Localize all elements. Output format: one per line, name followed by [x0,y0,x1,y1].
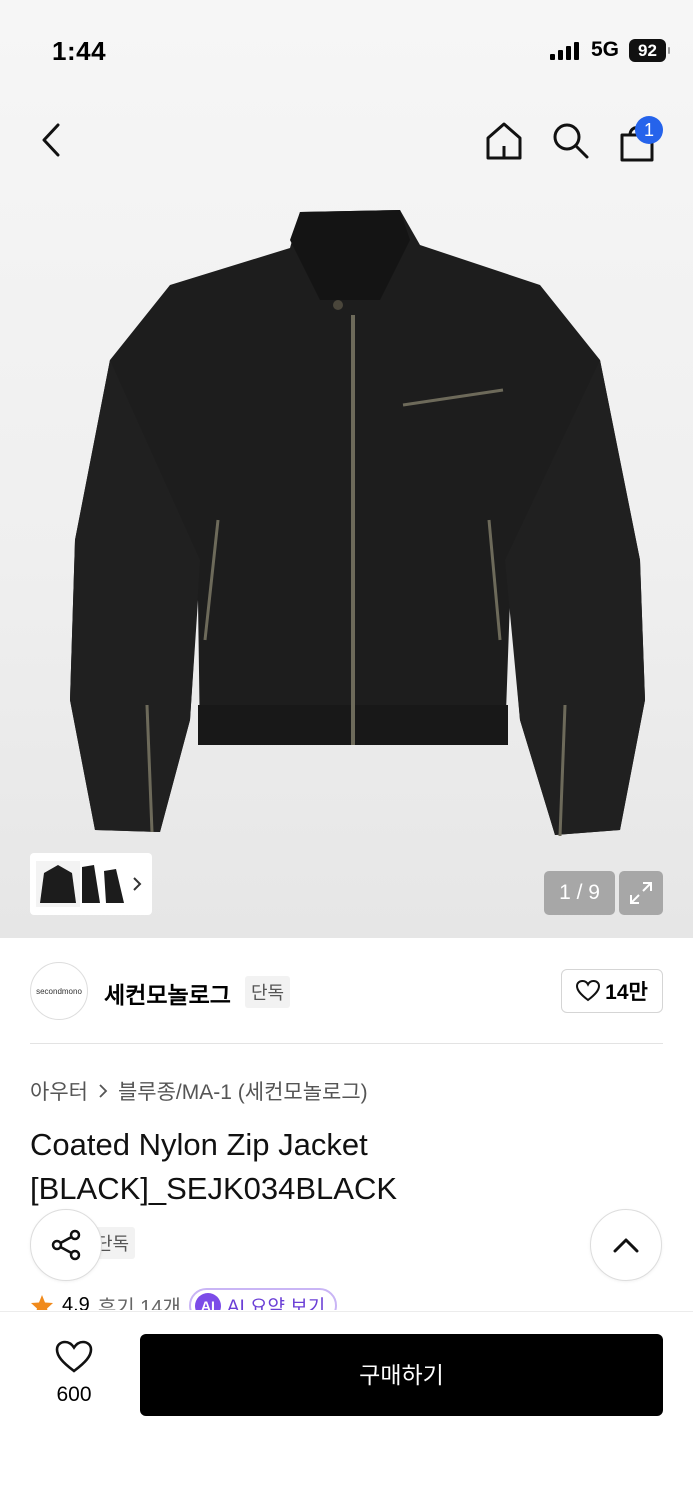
image-counter: 1 / 9 [544,871,615,915]
chevron-right-icon [99,1084,108,1098]
search-button[interactable] [546,116,594,164]
bottom-action-bar: 600 구매하기 [0,1311,693,1500]
heart-icon [55,1340,93,1373]
breadcrumb-subcategory[interactable]: 블루종/MA-1 (세컨모놀로그) [118,1076,368,1106]
network-label: 5G [591,38,620,61]
ai-summary-label: AI 요약 보기 [226,1297,326,1310]
wishlist-button[interactable]: 600 [38,1340,110,1407]
brand-like-count: 14만 [605,981,648,1004]
battery-indicator: 92 [629,39,670,62]
scroll-top-button[interactable] [590,1209,662,1281]
review-count[interactable]: 후기 14개 [98,1291,181,1310]
search-icon [553,123,589,159]
brand-like-button[interactable]: 14만 [561,969,663,1013]
divider [30,1043,663,1044]
chevron-up-icon [613,1238,639,1253]
cart-badge: 1 [635,116,663,144]
brand-logo[interactable]: secondmono [30,962,88,1020]
status-time: 1:44 [52,36,107,66]
rating-score: 4.9 [62,1294,90,1310]
status-bar: 1:44 5G 92 [0,0,693,100]
back-button[interactable] [28,116,76,164]
thumbnail-strip[interactable] [30,853,152,915]
brand-name[interactable]: 세컨모놀로그 [104,976,231,1010]
chevron-left-icon [42,123,60,157]
expand-icon [630,882,652,904]
share-icon [51,1229,81,1261]
ai-summary-button[interactable]: AI AI 요약 보기 [188,1288,338,1310]
ai-icon: AI [194,1292,221,1310]
star-icon [31,1294,53,1310]
product-image-gallery[interactable]: 1:44 5G 92 1 1 / 9 [0,0,693,938]
rating-row: 4.9 후기 14개 AI AI 요약 보기 [30,1286,670,1310]
heart-icon [576,980,601,1002]
breadcrumb: 아우터 블루종/MA-1 (세컨모놀로그) [30,1076,368,1106]
breadcrumb-category[interactable]: 아우터 [30,1076,88,1106]
buy-button[interactable]: 구매하기 [140,1334,663,1416]
home-icon [486,122,522,160]
home-button[interactable] [480,116,528,164]
fullscreen-button[interactable] [619,871,663,915]
product-title: Coated Nylon Zip Jacket [BLACK]_SEJK034B… [30,1127,398,1206]
thumbnail-images [36,861,124,907]
exclusive-tag: 단독 [245,976,291,1008]
wishlist-count: 600 [56,1383,92,1406]
chevron-right-icon [133,877,142,891]
share-button[interactable] [30,1209,102,1281]
signal-icon [550,42,579,60]
